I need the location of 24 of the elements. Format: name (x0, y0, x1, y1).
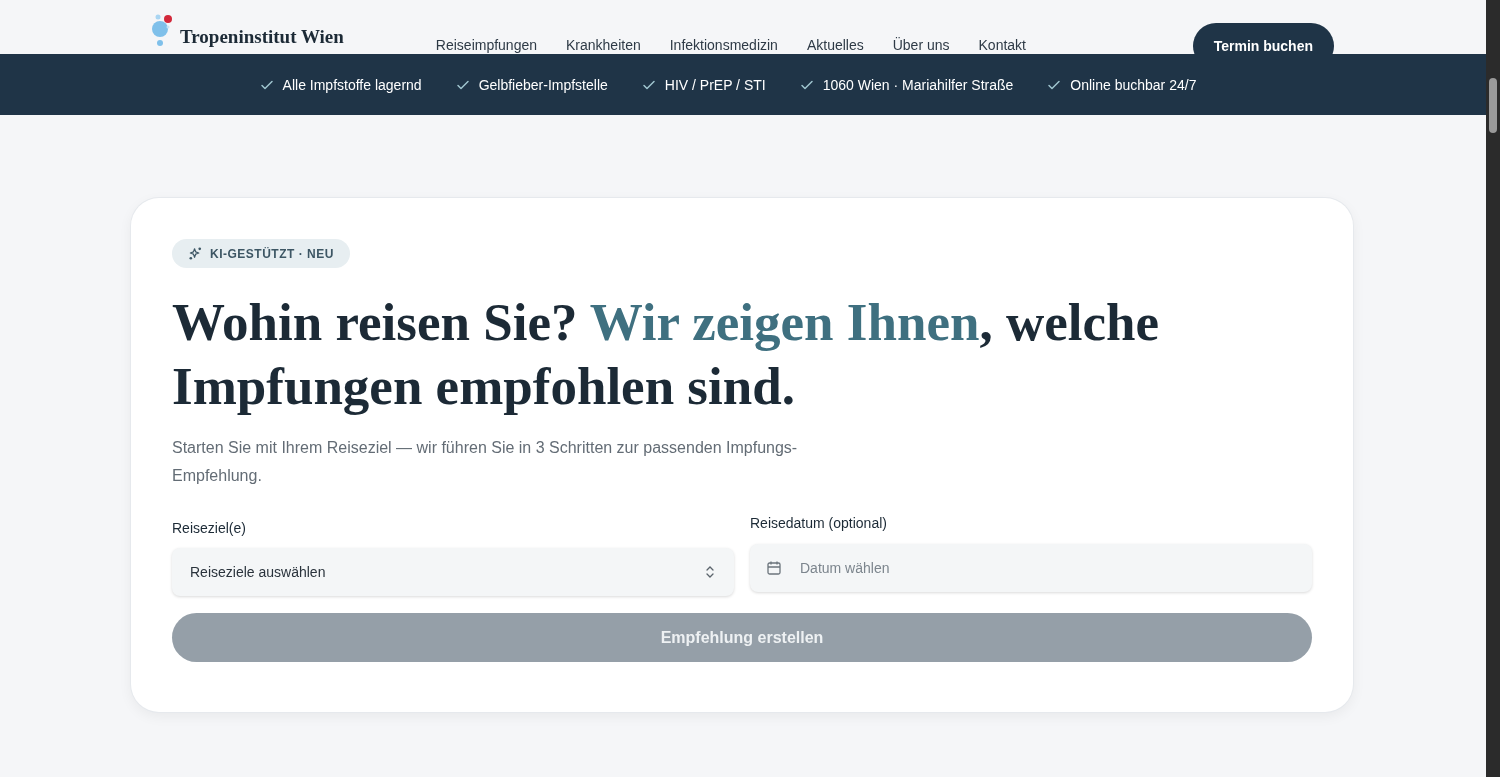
nav-link[interactable]: Infektionsmedizin (669, 37, 778, 53)
banner-text: Online buchbar 24/7 (1070, 76, 1197, 93)
scrollbar[interactable] (1486, 0, 1500, 777)
destination-select[interactable]: Reiseziele auswählen (172, 548, 734, 596)
field-label: Reiseziel(e) (172, 520, 247, 536)
nav-link[interactable]: Krankheiten (566, 37, 641, 53)
field-label: Reisedatum (optional) (750, 515, 888, 531)
sparkles-icon (188, 246, 203, 261)
chevron-updown-icon (704, 565, 716, 579)
nav-link[interactable]: Aktuelles (806, 37, 864, 53)
banner-text: Gelbfieber-Impfstelle (478, 76, 608, 93)
nav-link[interactable]: Über uns (892, 37, 950, 53)
calendar-icon (766, 560, 782, 576)
hero-heading: Wohin reisen Sie? Wir zeigen Ihnen, welche Impfungen empfohlen sind. (172, 292, 1160, 417)
nav-link[interactable]: Kontakt (978, 37, 1026, 53)
book-appointment-button[interactable]: Termin buchen (1192, 23, 1334, 54)
intro-text: Starten Sie mit Ihrem Reiseziel — wir führen Sie in 3 Schritten zur passenden Impfungs-Empfehlung. (172, 438, 799, 486)
date-field[interactable]: Datum wählen (750, 544, 1312, 592)
banner-text: HIV / PrEP / STI (664, 76, 766, 93)
feature-badge: KI-GESTÜTZT · NEU (172, 239, 350, 268)
site-logo[interactable]: Tropeninstitut Wien (180, 26, 344, 48)
nav-link[interactable]: Reiseimpfungen (435, 37, 537, 53)
banner-text: Alle Impfstoffe lagernd (282, 76, 422, 93)
banner-text: 1060 Wien · Mariahilfer Straße (822, 76, 1014, 93)
